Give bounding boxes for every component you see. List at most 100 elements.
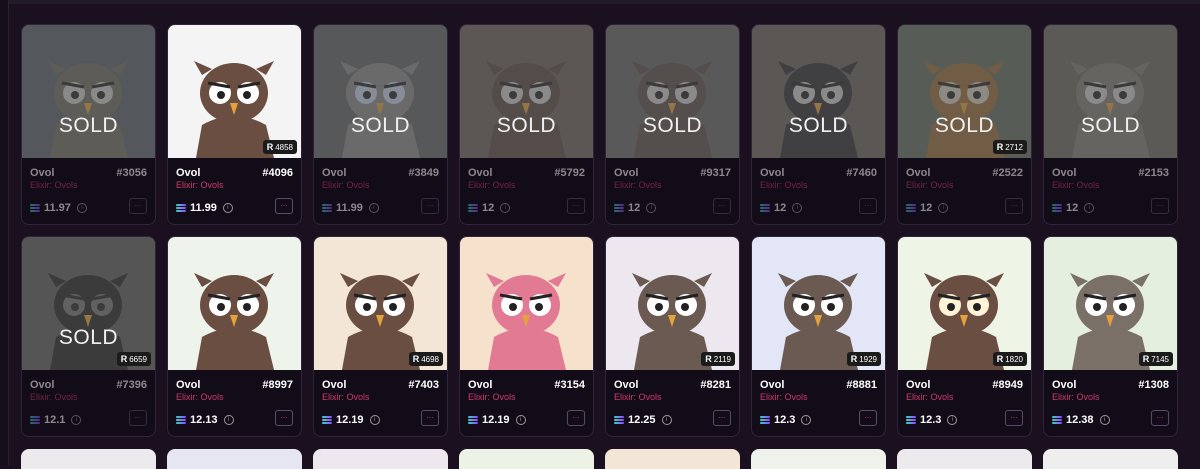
collection-link[interactable]: Elixir: Ovols — [906, 180, 954, 190]
info-icon[interactable]: i — [515, 415, 526, 425]
nft-card-partial[interactable] — [21, 449, 156, 469]
info-icon[interactable]: i — [1099, 415, 1110, 425]
info-icon[interactable]: i — [1084, 203, 1095, 213]
info-icon[interactable]: i — [222, 203, 233, 213]
more-options-button[interactable]: ... — [713, 410, 731, 426]
info-icon[interactable]: i — [500, 203, 511, 213]
owl-art — [606, 237, 739, 370]
nft-card[interactable]: R 4698 Ovol #7403 Elixir: Ovols 12.19 i .… — [313, 236, 448, 437]
more-options-button[interactable]: ... — [859, 410, 877, 426]
info-icon[interactable]: i — [661, 415, 672, 425]
nft-card[interactable]: Ovol #3154 Elixir: Ovols 12.19 i ... — [459, 236, 594, 437]
nft-number: #4096 — [262, 167, 293, 179]
info-icon[interactable]: i — [792, 203, 803, 213]
more-options-button[interactable]: ... — [129, 410, 147, 426]
nft-image[interactable]: SOLD — [460, 25, 593, 158]
nft-card[interactable]: SOLD Ovol #9317 Elixir: Ovols 12 i ... — [605, 24, 740, 225]
info-icon[interactable]: i — [76, 203, 87, 213]
info-icon[interactable]: i — [646, 203, 657, 213]
collection-link[interactable]: Elixir: Ovols — [30, 180, 78, 190]
nft-card[interactable]: SOLD Ovol #7460 Elixir: Ovols 12 i ... — [751, 24, 886, 225]
more-options-button[interactable]: ... — [1151, 410, 1169, 426]
info-icon[interactable]: i — [801, 415, 812, 425]
nft-image[interactable]: SOLD — [314, 25, 447, 158]
nft-image[interactable] — [168, 237, 301, 370]
nft-image[interactable]: R 1820 — [898, 237, 1031, 370]
nft-image[interactable]: SOLD — [1044, 25, 1177, 158]
nft-card[interactable]: SOLD Ovol #3056 Elixir: Ovols 11.97 i ..… — [21, 24, 156, 225]
info-icon[interactable]: i — [71, 415, 82, 425]
more-options-button[interactable]: ... — [129, 198, 147, 214]
nft-card[interactable]: SOLD R 6659 Ovol #7396 Elixir: Ovols 12.1 … — [21, 236, 156, 437]
nft-image[interactable]: SOLD R 2712 — [898, 25, 1031, 158]
nft-card[interactable]: SOLD Ovol #3849 Elixir: Ovols 11.99 i ..… — [313, 24, 448, 225]
nft-card[interactable]: R 1820 Ovol #8949 Elixir: Ovols 12.3 i ..… — [897, 236, 1032, 437]
nft-image[interactable]: R 4698 — [314, 237, 447, 370]
nft-card[interactable]: Ovol #8997 Elixir: Ovols 12.13 i ... — [167, 236, 302, 437]
nft-card-partial[interactable] — [167, 449, 302, 469]
more-options-button[interactable]: ... — [1005, 410, 1023, 426]
collection-link[interactable]: Elixir: Ovols — [1052, 392, 1100, 402]
collection-link[interactable]: Elixir: Ovols — [176, 180, 224, 190]
info-icon[interactable]: i — [368, 203, 379, 213]
collection-link[interactable]: Elixir: Ovols — [468, 392, 516, 402]
nft-card-partial[interactable] — [897, 449, 1032, 469]
nft-card[interactable]: SOLD Ovol #2153 Elixir: Ovols 12 i ... — [1043, 24, 1178, 225]
collection-link[interactable]: Elixir: Ovols — [468, 180, 516, 190]
more-options-button[interactable]: ... — [421, 198, 439, 214]
nft-card-partial[interactable] — [459, 449, 594, 469]
card-info: Ovol #8281 Elixir: Ovols 12.25 i ... — [606, 370, 739, 436]
price-value: 12.3 — [774, 414, 796, 426]
more-options-button[interactable]: ... — [1151, 198, 1169, 214]
price-value: 12 — [628, 202, 641, 214]
nft-image[interactable]: R 1929 — [752, 237, 885, 370]
nft-card-partial[interactable] — [1043, 449, 1178, 469]
nft-image[interactable]: R 2119 — [606, 237, 739, 370]
collection-link[interactable]: Elixir: Ovols — [176, 392, 224, 402]
more-options-button[interactable]: ... — [275, 410, 293, 426]
price-value: 12 — [482, 202, 495, 214]
collection-link[interactable]: Elixir: Ovols — [906, 392, 954, 402]
collection-link[interactable]: Elixir: Ovols — [1052, 180, 1100, 190]
nft-image[interactable]: R 7145 — [1044, 237, 1177, 370]
info-icon[interactable]: i — [223, 415, 234, 425]
nft-card[interactable]: SOLD Ovol #5792 Elixir: Ovols 12 i ... — [459, 24, 594, 225]
collection-link[interactable]: Elixir: Ovols — [614, 392, 662, 402]
more-options-button[interactable]: ... — [567, 410, 585, 426]
nft-card-partial[interactable] — [605, 449, 740, 469]
sold-label: SOLD — [350, 114, 411, 137]
collection-link[interactable]: Elixir: Ovols — [322, 392, 370, 402]
info-icon[interactable]: i — [938, 203, 949, 213]
nft-image[interactable]: SOLD R 6659 — [22, 237, 155, 370]
nft-card[interactable]: R 1929 Ovol #8881 Elixir: Ovols 12.3 i ..… — [751, 236, 886, 437]
nft-image[interactable]: SOLD — [22, 25, 155, 158]
nft-card[interactable]: R 4858 Ovol #4096 Elixir: Ovols 11.99 i .… — [167, 24, 302, 225]
nft-card[interactable]: R 2119 Ovol #8281 Elixir: Ovols 12.25 i .… — [605, 236, 740, 437]
more-options-button[interactable]: ... — [713, 198, 731, 214]
nft-card-partial[interactable] — [313, 449, 448, 469]
nft-image[interactable]: SOLD — [752, 25, 885, 158]
more-options-button[interactable]: ... — [859, 198, 877, 214]
nft-card[interactable]: R 7145 Ovol #1308 Elixir: Ovols 12.38 i .… — [1043, 236, 1178, 437]
nft-image[interactable]: SOLD — [606, 25, 739, 158]
nft-card[interactable]: SOLD R 2712 Ovol #2522 Elixir: Ovols 12 i … — [897, 24, 1032, 225]
nft-card-partial[interactable] — [751, 449, 886, 469]
collection-link[interactable]: Elixir: Ovols — [614, 180, 662, 190]
price-value: 11.99 — [336, 202, 363, 214]
more-options-button[interactable]: ... — [421, 410, 439, 426]
nft-image[interactable]: R 4858 — [168, 25, 301, 158]
price-value: 12.19 — [482, 414, 510, 426]
collection-link[interactable]: Elixir: Ovols — [30, 392, 78, 402]
more-options-button[interactable]: ... — [1005, 198, 1023, 214]
rank-value: 1929 — [859, 354, 877, 364]
card-info: Ovol #8949 Elixir: Ovols 12.3 i ... — [898, 370, 1031, 436]
more-options-button[interactable]: ... — [567, 198, 585, 214]
nft-image[interactable] — [460, 237, 593, 370]
collection-link[interactable]: Elixir: Ovols — [760, 180, 808, 190]
more-options-button[interactable]: ... — [275, 198, 293, 214]
info-icon[interactable]: i — [947, 415, 958, 425]
collection-link[interactable]: Elixir: Ovols — [322, 180, 370, 190]
collection-link[interactable]: Elixir: Ovols — [760, 392, 808, 402]
info-icon[interactable]: i — [369, 415, 380, 425]
rank-badge: R 6659 — [116, 352, 151, 366]
